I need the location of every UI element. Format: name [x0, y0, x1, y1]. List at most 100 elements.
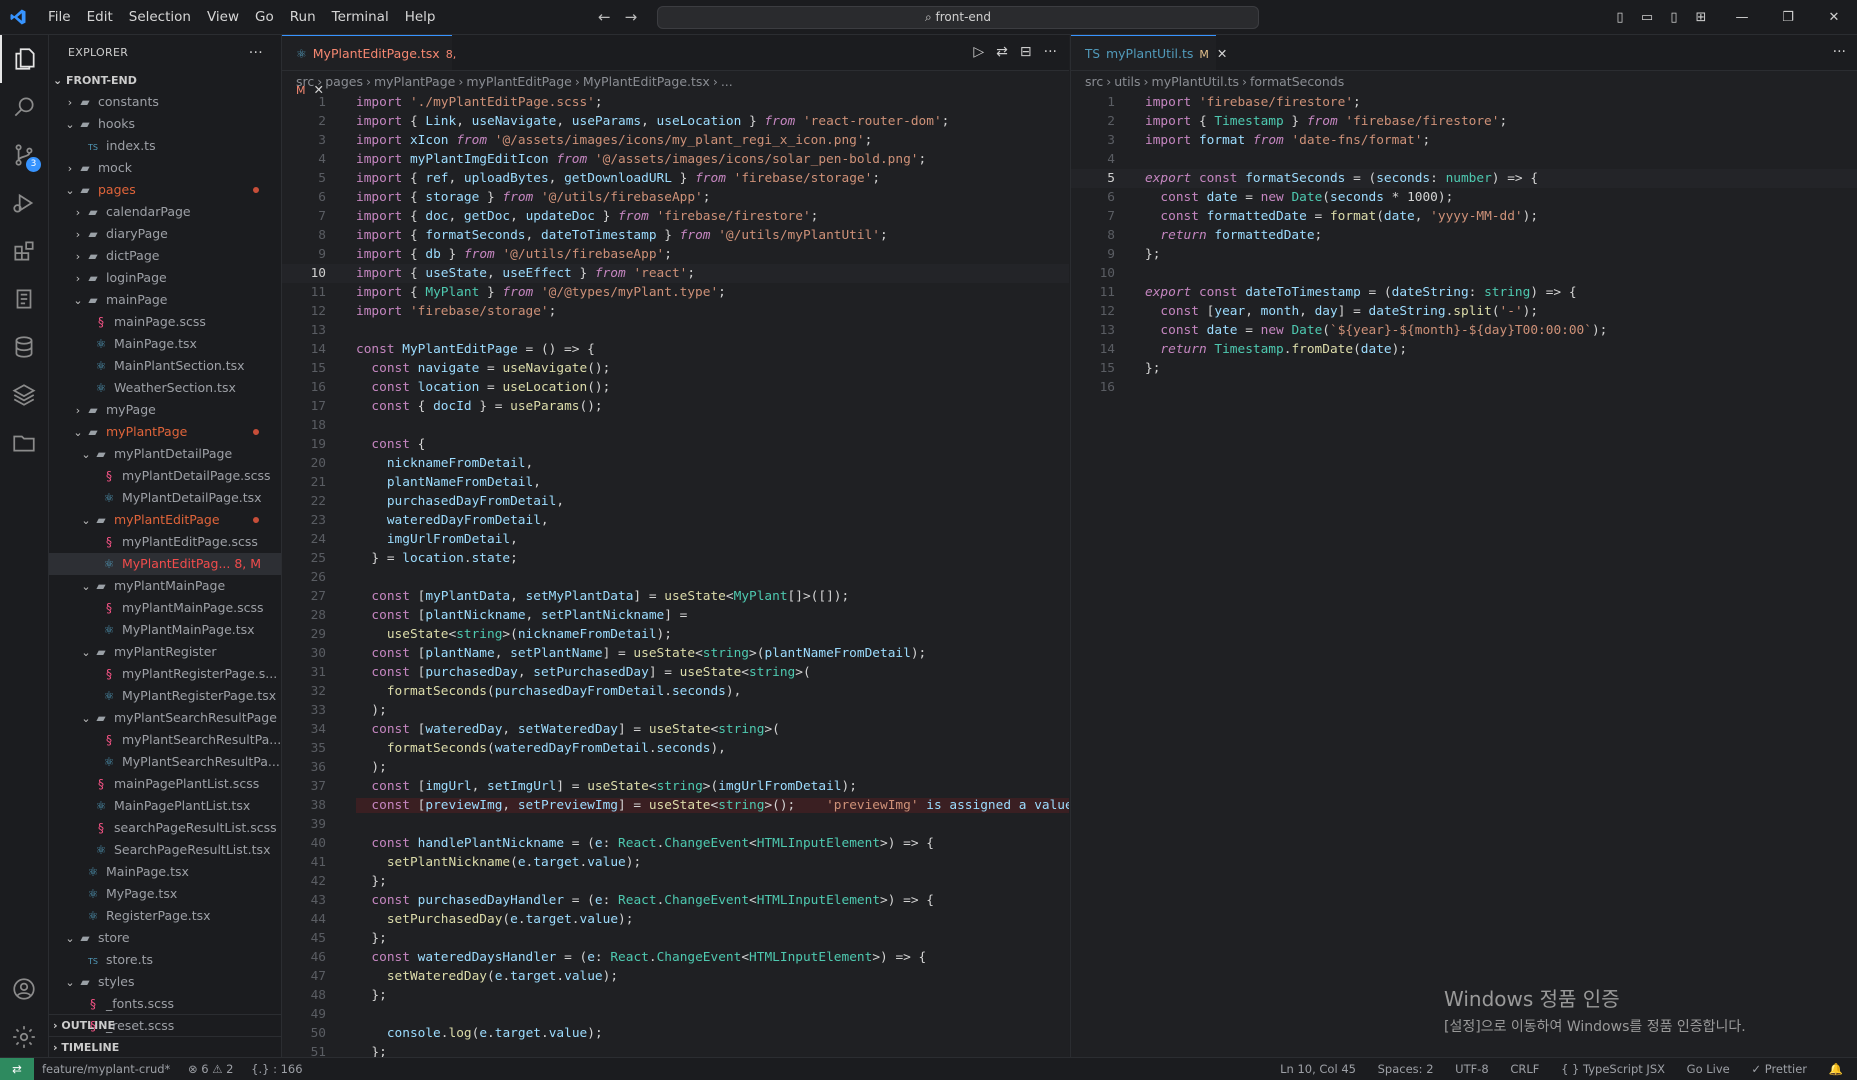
code-line[interactable]: 13 const date = new Date(`${year}-${mont… — [1071, 321, 1857, 340]
breadcrumb-item[interactable]: formatSeconds — [1250, 74, 1344, 89]
file-item[interactable]: ⚛ WeatherSection.tsx — [49, 377, 281, 399]
code-line[interactable]: 1 import 'firebase/firestore'; — [1071, 93, 1857, 112]
prettier-status[interactable]: ✓ Prettier — [1751, 1062, 1807, 1076]
code-line[interactable]: 10 import { useState, useEffect } from 'r… — [282, 264, 1069, 283]
code-line[interactable]: 47 setWateredDay(e.target.value); — [282, 967, 1069, 986]
code-line[interactable]: 6 const date = new Date(seconds * 1000); — [1071, 188, 1857, 207]
timeline-section[interactable]: › TIMELINE — [49, 1036, 281, 1058]
code-line[interactable]: 46 const wateredDaysHandler = (e: React.… — [282, 948, 1069, 967]
folder-item[interactable]: › ▰ loginPage — [49, 267, 281, 289]
folder-item[interactable]: › ▰ diaryPage — [49, 223, 281, 245]
code-line[interactable]: 51 }; — [282, 1043, 1069, 1058]
file-item[interactable]: § searchPageResultList.scss — [49, 817, 281, 839]
code-line[interactable]: 35 formatSeconds(wateredDayFromDetail.se… — [282, 739, 1069, 758]
more-actions-icon[interactable]: ··· — [1833, 44, 1846, 60]
file-item[interactable]: ⚛ MyPage.tsx — [49, 883, 281, 905]
code-line[interactable]: 19 const { — [282, 435, 1069, 454]
run-icon[interactable]: ▷ — [973, 44, 984, 60]
code-line[interactable]: 16 — [1071, 378, 1857, 397]
run-debug-activity[interactable] — [0, 179, 48, 227]
code-line[interactable]: 40 const handlePlantNickname = (e: React… — [282, 834, 1069, 853]
minimize-icon[interactable]: — — [1719, 10, 1765, 25]
file-item[interactable]: ⚛ MainPage.tsx — [49, 333, 281, 355]
folder-item[interactable]: ⌄ ▰ myPlantDetailPage — [49, 443, 281, 465]
testing-activity[interactable] — [0, 275, 48, 323]
code-line[interactable]: 42 }; — [282, 872, 1069, 891]
accounts-activity[interactable] — [0, 965, 48, 1013]
code-line[interactable]: 14 return Timestamp.fromDate(date); — [1071, 340, 1857, 359]
file-item[interactable]: ⚛ MyPlantSearchResultPa... — [49, 751, 281, 773]
code-line[interactable]: 11 import { MyPlant } from '@/@types/myPl… — [282, 283, 1069, 302]
code-line[interactable]: 24 imgUrlFromDetail, — [282, 530, 1069, 549]
code-line[interactable]: 21 plantNameFromDetail, — [282, 473, 1069, 492]
ports-status[interactable]: {.} : 166 — [251, 1062, 302, 1076]
search-activity[interactable] — [0, 83, 48, 131]
code-line[interactable]: 12 const [year, month, day] = dateString… — [1071, 302, 1857, 321]
menu-view[interactable]: View — [199, 9, 247, 25]
code-line[interactable]: 3 import format from 'date-fns/format'; — [1071, 131, 1857, 150]
file-item[interactable]: ⚛ MyPlantDetailPage.tsx — [49, 487, 281, 509]
forward-arrow-icon[interactable]: → — [625, 8, 638, 26]
notifications-icon[interactable]: 🔔 — [1829, 1062, 1843, 1076]
breadcrumb-item[interactable]: MyPlantEditPage.tsx — [583, 74, 710, 89]
folder-item[interactable]: ⌄ ▰ store — [49, 927, 281, 949]
code-line[interactable]: 4 — [1071, 150, 1857, 169]
manage-activity[interactable] — [0, 1013, 48, 1061]
folder-item[interactable]: ⌄ ▰ styles — [49, 971, 281, 993]
folder-item[interactable]: › ▰ myPage — [49, 399, 281, 421]
back-arrow-icon[interactable]: ← — [598, 8, 611, 26]
code-line[interactable]: 5 export const formatSeconds = (seconds: … — [1071, 169, 1857, 188]
breadcrumb-item[interactable]: myPlantPage — [374, 74, 455, 89]
code-line[interactable]: 11 export const dateToTimestamp = (dateSt… — [1071, 283, 1857, 302]
code-line[interactable]: 39 — [282, 815, 1069, 834]
breadcrumb-item[interactable]: src — [1085, 74, 1103, 89]
code-line[interactable]: 8 import { formatSeconds, dateToTimestamp… — [282, 226, 1069, 245]
code-line[interactable]: 43 const purchasedDayHandler = (e: React… — [282, 891, 1069, 910]
code-line[interactable]: 31 const [purchasedDay, setPurchasedDay]… — [282, 663, 1069, 682]
split-editor-icon[interactable]: ⊟ — [1020, 44, 1032, 60]
code-line[interactable]: 5 import { ref, uploadBytes, getDownloadU… — [282, 169, 1069, 188]
code-line[interactable]: 27 const [myPlantData, setMyPlantData] =… — [282, 587, 1069, 606]
code-line[interactable]: 16 const location = useLocation(); — [282, 378, 1069, 397]
breadcrumb-item[interactable]: ... — [721, 74, 733, 89]
folder-item[interactable]: ⌄ ▰ myPlantRegister — [49, 641, 281, 663]
folder-item[interactable]: ⌄ ▰ myPlantPage — [49, 421, 281, 443]
menu-file[interactable]: File — [40, 9, 79, 25]
folder-item[interactable]: ⌄ ▰ mainPage — [49, 289, 281, 311]
outline-section[interactable]: › OUTLINE — [49, 1014, 281, 1036]
code-line[interactable]: 36 ); — [282, 758, 1069, 777]
file-item[interactable]: § mainPage.scss — [49, 311, 281, 333]
code-line[interactable]: 2 import { Timestamp } from 'firebase/fir… — [1071, 112, 1857, 131]
explorer-activity[interactable] — [0, 35, 48, 83]
code-area-right[interactable]: 1 import 'firebase/firestore'; 2 import { T… — [1071, 93, 1857, 1058]
code-line[interactable]: 32 formatSeconds(purchasedDayFromDetail.… — [282, 682, 1069, 701]
code-line[interactable]: 37 const [imgUrl, setImgUrl] = useState<… — [282, 777, 1069, 796]
code-line[interactable]: 3 import xIcon from '@/assets/images/icon… — [282, 131, 1069, 150]
file-item[interactable]: § myPlantRegisterPage.s... — [49, 663, 281, 685]
remote-indicator-icon[interactable]: ⇄ — [0, 1058, 34, 1080]
encoding[interactable]: UTF-8 — [1455, 1062, 1489, 1076]
branch-status[interactable]: feature/myplant-crud* — [42, 1062, 170, 1076]
code-line[interactable]: 44 setPurchasedDay(e.target.value); — [282, 910, 1069, 929]
source-control-activity[interactable]: 3 — [0, 131, 48, 179]
close-icon[interactable]: ✕ — [1811, 10, 1857, 25]
file-item[interactable]: ⚛ MyPlantEditPag... 8, M — [49, 553, 281, 575]
customize-layout-icon[interactable]: ⊞ — [1692, 10, 1710, 25]
code-line[interactable]: 22 purchasedDayFromDetail, — [282, 492, 1069, 511]
code-line[interactable]: 41 setPlantNickname(e.target.value); — [282, 853, 1069, 872]
menu-edit[interactable]: Edit — [79, 9, 121, 25]
code-line[interactable]: 20 nicknameFromDetail, — [282, 454, 1069, 473]
folder-item[interactable]: › ▰ calendarPage — [49, 201, 281, 223]
folder-item[interactable]: › ▰ mock — [49, 157, 281, 179]
workspace-root[interactable]: ⌄ FRONT-END — [49, 71, 281, 91]
code-line[interactable]: 4 import myPlantImgEditIcon from '@/asset… — [282, 150, 1069, 169]
file-item[interactable]: ⚛ MyPlantMainPage.tsx — [49, 619, 281, 641]
database-activity[interactable] — [0, 323, 48, 371]
code-line[interactable]: 9}; — [1071, 245, 1857, 264]
code-line[interactable]: 12 import 'firebase/storage'; — [282, 302, 1069, 321]
code-line[interactable]: 7 const formattedDate = format(date, 'yy… — [1071, 207, 1857, 226]
code-line[interactable]: 25 } = location.state; — [282, 549, 1069, 568]
language-mode[interactable]: { } TypeScript JSX — [1561, 1062, 1665, 1076]
compare-icon[interactable]: ⇄ — [996, 44, 1008, 60]
file-item[interactable]: TS store.ts — [49, 949, 281, 971]
